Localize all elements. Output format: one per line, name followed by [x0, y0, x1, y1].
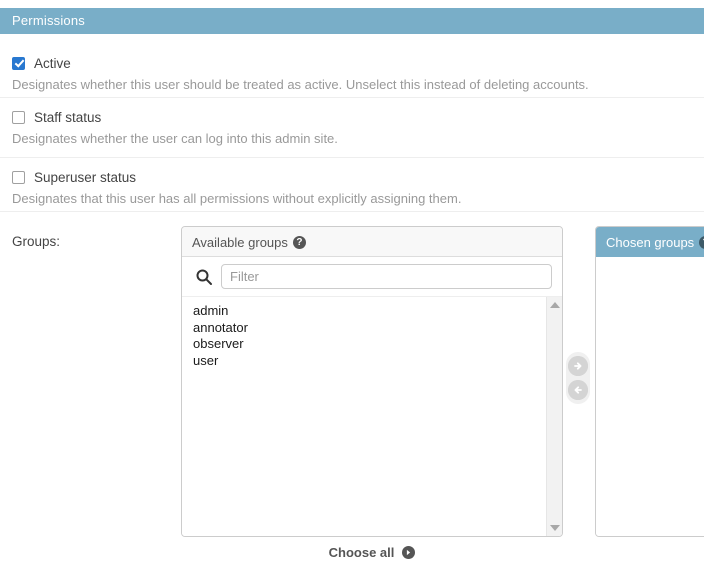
- chosen-groups-list[interactable]: [596, 257, 704, 536]
- staff-status-help-text: Designates whether the user can log into…: [12, 131, 338, 146]
- list-item[interactable]: admin: [182, 303, 546, 320]
- arrow-right-circle-icon: [402, 545, 416, 559]
- groups-field-label: Groups:: [12, 234, 61, 249]
- search-icon[interactable]: [195, 268, 213, 286]
- available-groups-scrollbar[interactable]: [546, 297, 562, 536]
- active-checkbox-label[interactable]: Active: [34, 56, 71, 71]
- form-row-active: Active Designates whether this user shou…: [0, 44, 704, 98]
- list-item[interactable]: observer: [182, 336, 546, 353]
- form-row-superuser-status: Superuser status Designates that this us…: [0, 158, 704, 212]
- chosen-groups-title: Chosen groups?: [596, 227, 704, 257]
- permissions-module-header: Permissions: [0, 8, 704, 34]
- choose-all-link[interactable]: Choose all: [181, 537, 563, 567]
- available-groups-title-text: Available groups: [192, 235, 288, 251]
- superuser-status-help-text: Designates that this user has all permis…: [12, 191, 462, 206]
- module-header-title: Permissions: [12, 13, 85, 28]
- available-groups-list-wrap: admin annotator observer user: [182, 297, 562, 536]
- checkbox-line-staff: Staff status: [12, 108, 692, 126]
- staff-status-checkbox[interactable]: [12, 110, 25, 124]
- arrow-left-circle-icon[interactable]: [568, 380, 588, 400]
- groups-filter-input[interactable]: [221, 264, 552, 289]
- choose-all-label: Choose all: [328, 544, 395, 560]
- groups-chooser-controls: [566, 352, 590, 404]
- available-groups-filter-row: [182, 257, 562, 297]
- available-groups-list[interactable]: admin annotator observer user: [182, 297, 546, 536]
- available-groups-panel: Available groups? admin annotator observ…: [181, 226, 563, 537]
- question-mark-icon[interactable]: ?: [292, 236, 306, 250]
- superuser-status-checkbox-label[interactable]: Superuser status: [34, 170, 136, 185]
- chosen-groups-list-wrap: [596, 257, 704, 536]
- checkbox-line-superuser: Superuser status: [12, 168, 692, 186]
- active-help-text: Designates whether this user should be t…: [12, 77, 589, 92]
- form-row-groups: Groups: Available groups? admin annotato…: [0, 212, 704, 562]
- staff-status-checkbox-label[interactable]: Staff status: [34, 110, 101, 125]
- chosen-groups-panel: Chosen groups?: [595, 226, 704, 537]
- active-checkbox[interactable]: [12, 56, 25, 70]
- form-row-staff-status: Staff status Designates whether the user…: [0, 98, 704, 158]
- list-item[interactable]: user: [182, 353, 546, 370]
- checkbox-line-active: Active: [12, 54, 692, 72]
- chosen-groups-title-text: Chosen groups: [606, 235, 695, 251]
- scroll-down-arrow-icon[interactable]: [550, 525, 560, 531]
- superuser-status-checkbox[interactable]: [12, 170, 25, 184]
- scroll-up-arrow-icon[interactable]: [550, 302, 560, 308]
- list-item[interactable]: annotator: [182, 320, 546, 337]
- arrow-right-circle-icon[interactable]: [568, 356, 588, 376]
- available-groups-title: Available groups?: [182, 227, 562, 257]
- question-mark-icon[interactable]: ?: [699, 236, 704, 250]
